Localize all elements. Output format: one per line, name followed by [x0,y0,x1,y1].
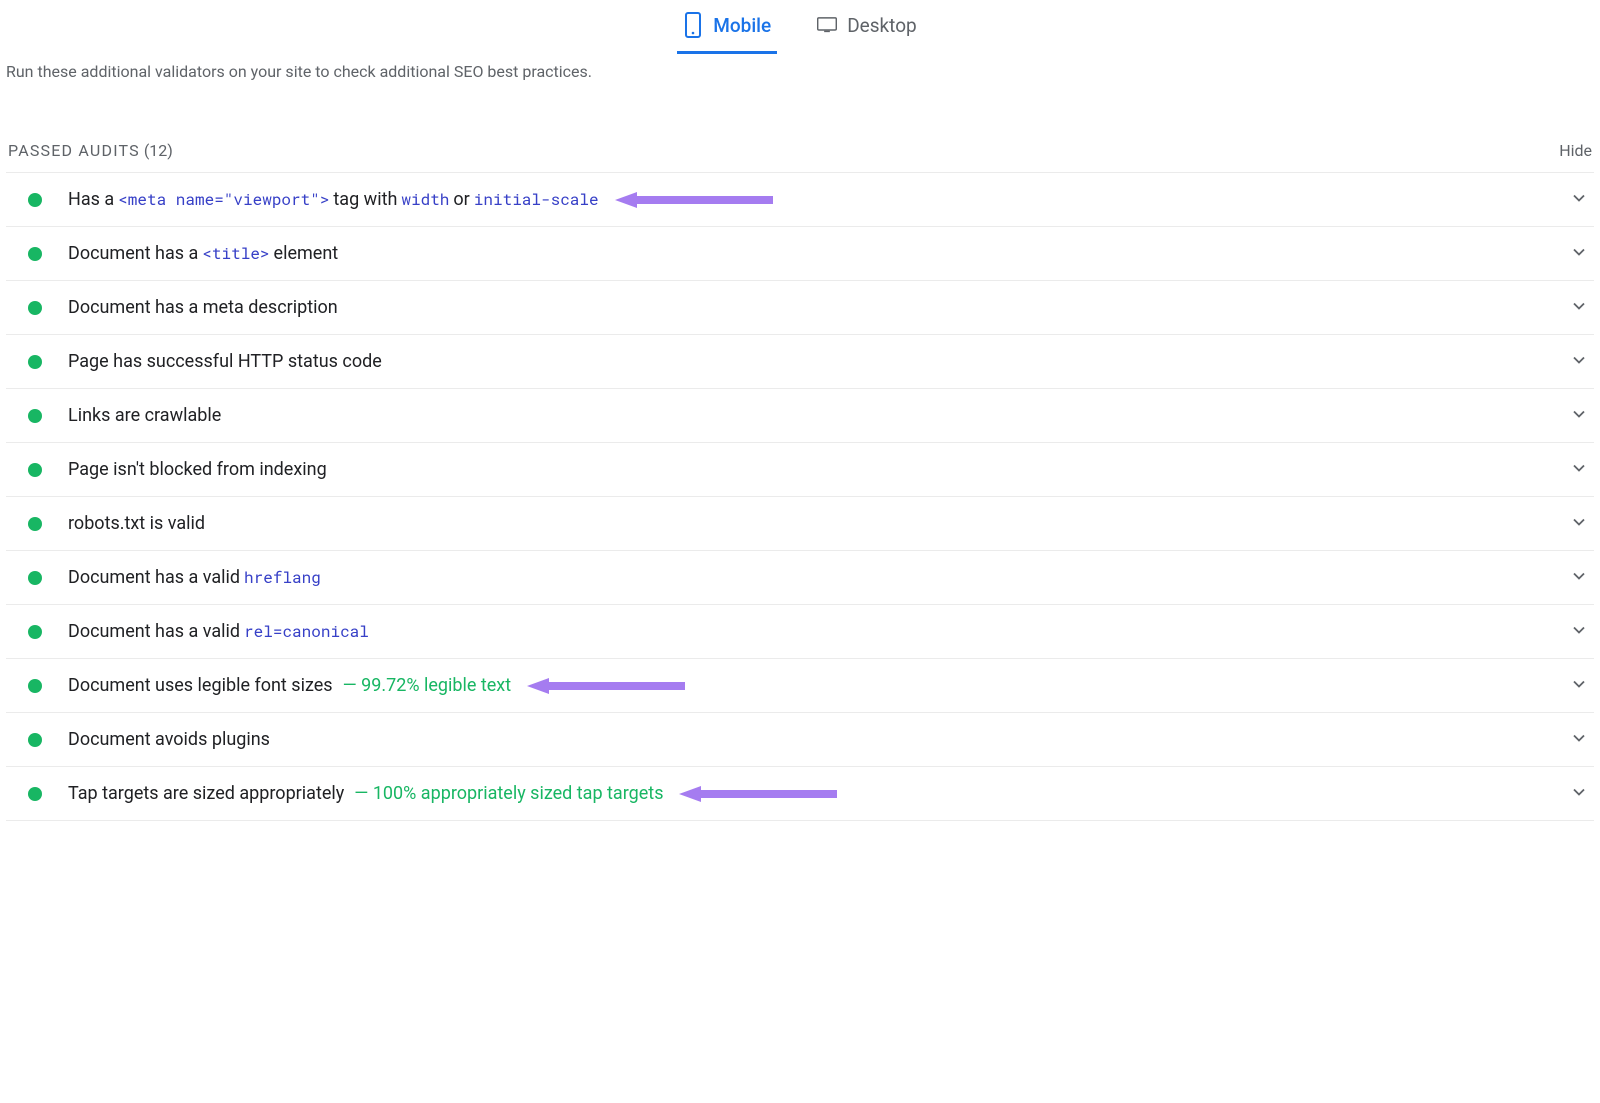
audit-title: Tap targets are sized appropriately100% … [68,783,1560,804]
audit-metric: 100% appropriately sized tap targets [354,783,663,804]
audit-title: Document has a meta description [68,297,1560,318]
section-description: Run these additional validators on your … [6,62,1594,81]
chevron-down-icon [1572,244,1586,263]
hide-toggle[interactable]: Hide [1559,141,1592,160]
chevron-down-icon [1572,730,1586,749]
desktop-icon [817,12,837,38]
tab-desktop[interactable]: Desktop [817,12,917,44]
chevron-down-icon [1572,190,1586,209]
passed-audits-header: Passed Audits (12) Hide [6,141,1594,172]
mobile-icon [683,12,703,38]
status-pass-icon [28,463,42,477]
audit-title: Document avoids plugins [68,729,1560,750]
audit-row[interactable]: Document has a valid rel=canonical [6,605,1594,659]
chevron-down-icon [1572,406,1586,425]
chevron-down-icon [1572,568,1586,587]
status-pass-icon [28,301,42,315]
tab-desktop-label: Desktop [847,14,917,37]
audit-title: Page isn't blocked from indexing [68,459,1560,480]
audit-metric: 99.72% legible text [343,675,512,696]
chevron-down-icon [1572,784,1586,803]
status-pass-icon [28,247,42,261]
audit-title: Document has a <title> element [68,243,1560,264]
status-pass-icon [28,193,42,207]
audit-row[interactable]: Links are crawlable [6,389,1594,443]
device-tabs: Mobile Desktop [6,8,1594,56]
audit-title: robots.txt is valid [68,513,1560,534]
audit-row[interactable]: Document avoids plugins [6,713,1594,767]
status-pass-icon [28,733,42,747]
audit-row[interactable]: Document uses legible font sizes99.72% l… [6,659,1594,713]
audit-row[interactable]: Page has successful HTTP status code [6,335,1594,389]
status-pass-icon [28,517,42,531]
section-title: Passed Audits [8,141,140,160]
tab-mobile[interactable]: Mobile [683,12,771,44]
audit-row[interactable]: Document has a valid hreflang [6,551,1594,605]
status-pass-icon [28,571,42,585]
audit-list: Has a <meta name="viewport"> tag with wi… [6,172,1594,821]
audit-row[interactable]: robots.txt is valid [6,497,1594,551]
chevron-down-icon [1572,622,1586,641]
audit-row[interactable]: Document has a meta description [6,281,1594,335]
status-pass-icon [28,355,42,369]
chevron-down-icon [1572,514,1586,533]
audit-title: Document has a valid hreflang [68,567,1560,588]
audit-row[interactable]: Page isn't blocked from indexing [6,443,1594,497]
chevron-down-icon [1572,460,1586,479]
audit-title: Document has a valid rel=canonical [68,621,1560,642]
section-count: (12) [144,141,173,160]
audit-title: Document uses legible font sizes99.72% l… [68,675,1560,696]
chevron-down-icon [1572,676,1586,695]
status-pass-icon [28,787,42,801]
status-pass-icon [28,679,42,693]
audit-row[interactable]: Has a <meta name="viewport"> tag with wi… [6,173,1594,227]
chevron-down-icon [1572,298,1586,317]
audit-title: Links are crawlable [68,405,1560,426]
status-pass-icon [28,625,42,639]
chevron-down-icon [1572,352,1586,371]
status-pass-icon [28,409,42,423]
audit-title: Page has successful HTTP status code [68,351,1560,372]
audit-row[interactable]: Document has a <title> element [6,227,1594,281]
tab-mobile-label: Mobile [713,14,771,37]
audit-row[interactable]: Tap targets are sized appropriately100% … [6,767,1594,821]
audit-title: Has a <meta name="viewport"> tag with wi… [68,189,1560,210]
